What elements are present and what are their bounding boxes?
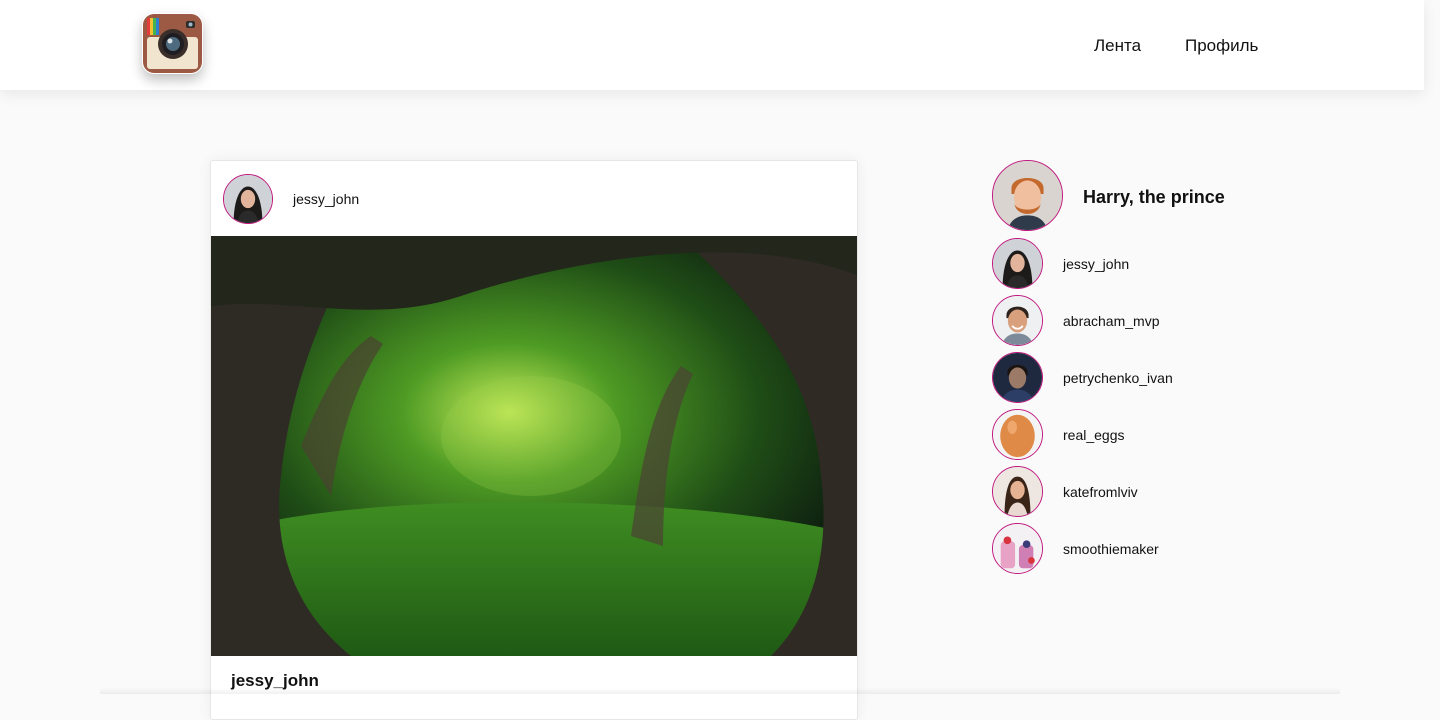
current-user-avatar[interactable] (992, 160, 1063, 231)
suggestion-username[interactable]: abracham_mvp (1063, 313, 1160, 329)
suggestion-item[interactable]: real_eggs (992, 409, 1322, 460)
suggestion-item[interactable]: abracham_mvp (992, 295, 1322, 346)
nav-profile-link[interactable]: Профиль (1185, 36, 1258, 56)
suggestion-avatar[interactable] (992, 352, 1043, 403)
suggestion-item[interactable]: katefromlviv (992, 466, 1322, 517)
post-photo[interactable] (211, 236, 857, 656)
suggestion-username[interactable]: petrychenko_ivan (1063, 370, 1173, 386)
suggestion-avatar[interactable] (992, 466, 1043, 517)
suggestion-avatar[interactable] (992, 295, 1043, 346)
suggestion-avatar[interactable] (992, 238, 1043, 289)
suggestion-item[interactable]: smoothiemaker (992, 523, 1322, 574)
suggestion-username[interactable]: real_eggs (1063, 427, 1125, 443)
current-user-name[interactable]: Harry, the prince (1083, 187, 1225, 208)
suggestion-username[interactable]: katefromlviv (1063, 484, 1138, 500)
nav-feed-link[interactable]: Лента (1094, 36, 1141, 56)
suggestion-username[interactable]: jessy_john (1063, 256, 1129, 272)
post-author-avatar[interactable] (223, 174, 273, 224)
suggestion-avatar[interactable] (992, 523, 1043, 574)
suggestion-avatar[interactable] (992, 409, 1043, 460)
suggestion-item[interactable]: jessy_john (992, 238, 1322, 289)
post-card: jessy_john jessy_john (210, 160, 858, 720)
post-header: jessy_john (211, 161, 857, 236)
feed-bottom-shadow (100, 688, 1340, 694)
main-nav: Лента Профиль (0, 36, 1424, 56)
suggestion-item[interactable]: petrychenko_ivan (992, 352, 1322, 403)
suggestion-username[interactable]: smoothiemaker (1063, 541, 1159, 557)
top-header: Лента Профиль (0, 0, 1424, 90)
post-author-name[interactable]: jessy_john (293, 191, 359, 207)
